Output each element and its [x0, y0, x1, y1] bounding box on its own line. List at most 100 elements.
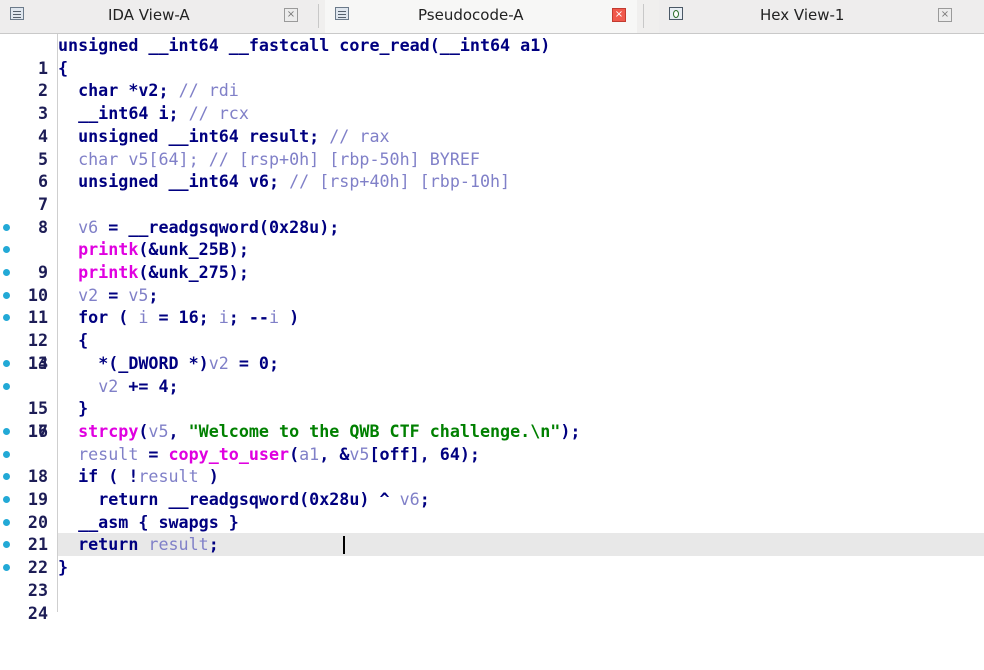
code-line[interactable]: 7 unsigned __int64 v6; // [rsp+40h] [rbp…: [0, 170, 984, 214]
code-line[interactable]: 8: [0, 193, 984, 237]
declaration: unsigned __int64 v6;: [78, 171, 290, 192]
variable: v5: [128, 284, 149, 305]
function-name: printk: [78, 262, 139, 282]
tab-pseudocode-a[interactable]: Pseudocode-A ×: [325, 0, 637, 33]
punctuation: ], 64);: [409, 443, 480, 464]
code-line[interactable]: 4 __int64 i; // rcx: [0, 102, 984, 146]
brace: {: [78, 330, 89, 351]
code-line[interactable]: 12 v2 = v5;: [0, 284, 984, 350]
line-source: unsigned __int64 result; // rax: [58, 125, 390, 148]
breakpoint-dot[interactable]: [3, 314, 10, 322]
code-line[interactable]: 20 if ( !result ): [0, 465, 984, 532]
punctuation: (: [138, 420, 149, 441]
text-cursor: [343, 536, 345, 554]
code-line[interactable]: 21 return __readgsqword(0x28u) ^ v6;: [0, 488, 984, 554]
code-line[interactable]: 11 printk(&unk_275);: [0, 261, 984, 327]
breakpoint-dot[interactable]: [3, 246, 10, 254]
line-source: unsigned __int64 __fastcall core_read(__…: [58, 34, 550, 57]
close-icon[interactable]: ×: [938, 8, 952, 22]
code-line[interactable]: 13 for ( i = 16; i; --i ): [0, 306, 984, 373]
comment: // rax: [329, 125, 390, 146]
brace: {: [58, 57, 69, 78]
line-source: *(_DWORD *)v2 = 0;: [58, 352, 279, 375]
line-source: strcpy(v5, "Welcome to the QWB CTF chall…: [58, 420, 580, 443]
variable: a1: [299, 443, 320, 464]
punctuation: [: [369, 443, 380, 464]
code-line[interactable]: 3 char *v2; // rdi: [0, 79, 984, 123]
code-line[interactable]: 16 v2 += 4;: [0, 375, 984, 441]
code-line[interactable]: 5 unsigned __int64 result; // rax: [0, 125, 984, 169]
breakpoint-dot[interactable]: [3, 518, 10, 526]
punctuation: ,: [168, 420, 189, 441]
code-line[interactable]: 22 __asm { swapgs }: [0, 511, 984, 577]
comment: // [rsp+0h] [rbp-50h] BYREF: [208, 148, 480, 169]
punctuation: ): [198, 466, 219, 487]
code-line[interactable]: 19 result = copy_to_user(a1, &v5[off], 6…: [0, 443, 984, 509]
call-args: (&unk_25B);: [138, 239, 249, 260]
keyword: for (: [78, 307, 139, 328]
line-source: v2 = v5;: [58, 284, 158, 307]
operator: = 16;: [148, 307, 219, 328]
breakpoint-dot[interactable]: [3, 496, 10, 503]
operator: =: [138, 443, 169, 464]
code-line[interactable]: 24 }: [0, 556, 984, 623]
variable: v6: [78, 216, 99, 237]
tab-label: Hex View-1: [760, 6, 845, 24]
variable: i: [138, 307, 149, 328]
breakpoint-dot[interactable]: [3, 473, 10, 481]
line-source: {: [58, 329, 88, 352]
pseudocode-view[interactable]: 1 unsigned __int64 __fastcall core_read(…: [0, 34, 984, 623]
breakpoint-dot[interactable]: [3, 359, 10, 367]
keyword: return: [78, 534, 149, 555]
breakpoint-dot[interactable]: [3, 291, 10, 299]
declaration: __int64 i;: [78, 103, 189, 124]
breakpoint-dot[interactable]: [3, 223, 10, 231]
line-source: if ( !result ): [58, 465, 219, 488]
operator: = 0;: [228, 352, 280, 373]
line-source: v2 += 4;: [58, 375, 178, 398]
punctuation: ;: [148, 284, 159, 305]
function-name: copy_to_user: [168, 443, 290, 464]
code-line[interactable]: 2 {: [0, 57, 984, 101]
variable: result: [138, 466, 199, 487]
variable: v6: [399, 489, 420, 509]
identifier: off: [379, 443, 410, 464]
code-line[interactable]: 17 }: [0, 397, 984, 441]
breakpoint-dot[interactable]: [3, 382, 10, 390]
breakpoint-dot[interactable]: [3, 564, 10, 572]
operator: &: [339, 443, 350, 464]
code-line-current[interactable]: 23 return result;: [0, 533, 984, 600]
breakpoint-dot[interactable]: [3, 269, 10, 276]
code-line[interactable]: 9 v6 = __readgsqword(0x28u);: [0, 216, 984, 282]
breakpoint-dot[interactable]: [3, 541, 10, 549]
code-line[interactable]: 18 strcpy(v5, "Welcome to the QWB CTF ch…: [0, 420, 984, 486]
code-line[interactable]: 10 printk(&unk_25B);: [0, 238, 984, 305]
function-name: printk: [78, 239, 139, 260]
close-icon[interactable]: ×: [612, 8, 626, 22]
breakpoint-dot[interactable]: [3, 427, 10, 435]
brace: }: [58, 557, 69, 578]
code-line[interactable]: 15 *(_DWORD *)v2 = 0;: [0, 352, 984, 418]
code-line[interactable]: 1 unsigned __int64 __fastcall core_read(…: [0, 34, 984, 78]
close-icon[interactable]: ×: [284, 8, 298, 22]
tab-ida-view-a[interactable]: IDA View-A ×: [0, 0, 318, 33]
tab-hex-view-1[interactable]: Hex View-1 ×: [659, 0, 984, 33]
variable: v5: [148, 420, 169, 441]
keyword: if ( !: [78, 466, 139, 487]
variable: i: [218, 307, 229, 328]
cast: *(_DWORD *): [98, 352, 209, 373]
variable: v2: [208, 352, 229, 373]
variable: i: [268, 307, 280, 328]
line-source: for ( i = 16; i; --i ): [58, 306, 299, 329]
tab-divider: [643, 4, 644, 28]
line-source: result = copy_to_user(a1, &v5[off], 64);: [58, 443, 480, 466]
line-source: {: [58, 57, 68, 80]
operator: =: [98, 216, 129, 237]
punctuation: ;: [419, 489, 430, 509]
line-source: printk(&unk_275);: [58, 261, 249, 284]
breakpoint-dot[interactable]: [3, 450, 10, 458]
line-source: }: [58, 556, 68, 579]
code-line[interactable]: 6 char v5[64]; // [rsp+0h] [rbp-50h] BYR…: [0, 148, 984, 192]
code-line[interactable]: 14 {: [0, 329, 984, 373]
function-call: __readgsqword(0x28u) ^: [168, 489, 400, 509]
